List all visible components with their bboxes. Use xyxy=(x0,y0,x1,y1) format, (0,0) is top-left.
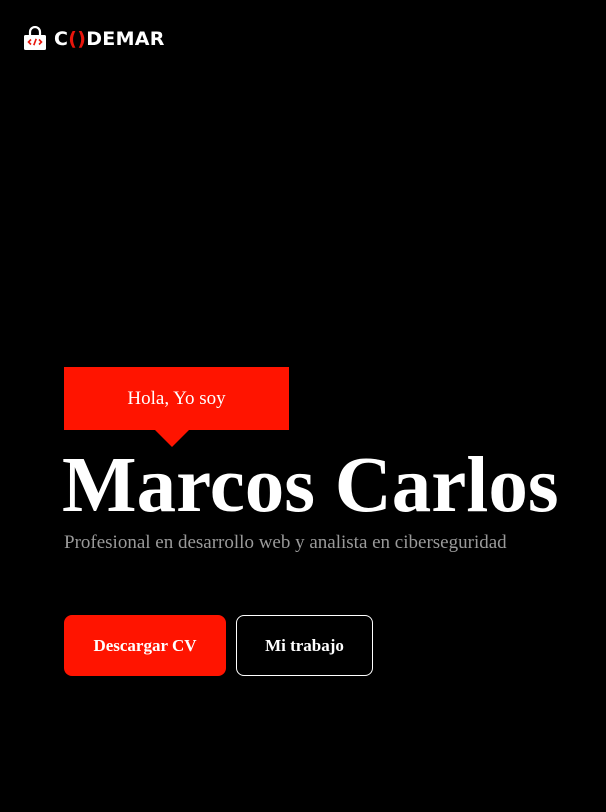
page: C() DEMAR Hola, Yo soy Marcos Carlos Prof… xyxy=(0,0,606,812)
logo-accent: () xyxy=(68,28,87,50)
code-bag-icon xyxy=(24,26,46,50)
greeting-badge: Hola, Yo soy xyxy=(64,367,289,430)
logo-link[interactable]: C() DEMAR xyxy=(22,24,165,54)
hero-subtitle: Profesional en desarrollo web y analista… xyxy=(64,532,507,553)
logo-suffix: DEMAR xyxy=(86,28,165,50)
logo-prefix: C xyxy=(54,28,69,50)
download-cv-button[interactable]: Descargar CV xyxy=(64,615,226,676)
greeting-text: Hola, Yo soy xyxy=(127,387,226,409)
hero-name: Marcos Carlos xyxy=(62,442,559,529)
my-work-button[interactable]: Mi trabajo xyxy=(236,615,373,676)
logo-wordmark: C() DEMAR xyxy=(54,28,165,50)
